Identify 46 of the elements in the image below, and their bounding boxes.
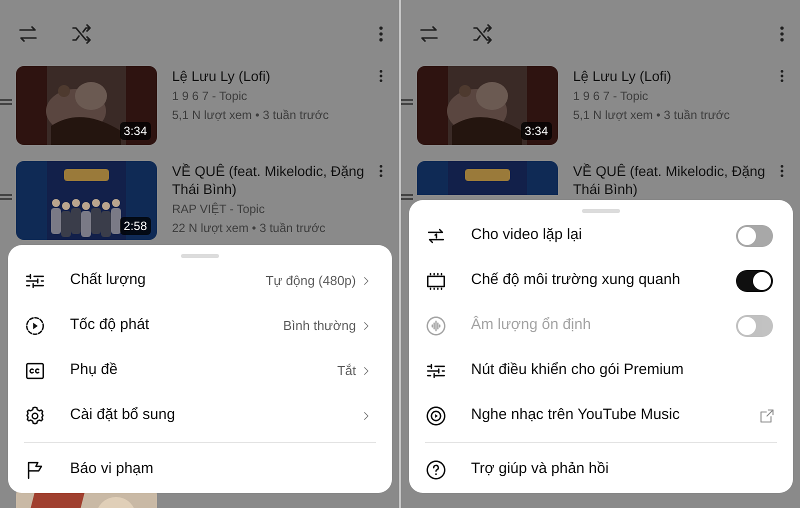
drag-handle[interactable] xyxy=(181,254,219,258)
menu-item[interactable]: Chất lượng Tự động (480p) xyxy=(8,258,392,303)
play-circle-icon[interactable] xyxy=(24,314,46,336)
menu-label: Nút điều khiển cho gói Premium xyxy=(471,360,685,380)
menu-label: Tốc độ phát xyxy=(70,315,150,336)
setting-value: Tắt xyxy=(337,362,356,380)
menu-label: Phụ đề xyxy=(70,360,119,380)
video-title[interactable]: Lệ Lưu Ly (Lofi) xyxy=(172,67,373,85)
menu-label: Chất lượng xyxy=(70,270,147,290)
menu-label: Báo vi phạm xyxy=(70,459,154,480)
menu-item[interactable]: Chế độ môi trường xung quanh xyxy=(409,258,793,303)
menu-item[interactable]: Báo vi phạm xyxy=(8,447,392,492)
menu-label: Nghe nhạc trên YouTube Music xyxy=(471,405,681,426)
video-title[interactable]: VỀ QUÊ (feat. Mikelodic, Đặng Thái Bình) xyxy=(573,162,774,198)
menu-item[interactable]: Trợ giúp và phản hồi xyxy=(409,447,793,492)
channel-name: RAP VIỆT - Topic xyxy=(172,201,266,218)
setting-value: Bình thường xyxy=(283,316,356,335)
menu-label: Cho video lặp lại xyxy=(471,225,583,246)
channel-name: 1 9 6 7 - Topic xyxy=(172,88,248,105)
duration-badge: 3:34 xyxy=(120,122,151,140)
channel-name: 1 9 6 7 - Topic xyxy=(573,88,650,105)
toggle-switch[interactable] xyxy=(736,224,773,246)
help-icon[interactable] xyxy=(425,458,447,480)
menu-item[interactable]: Nút điều khiển cho gói Premium xyxy=(409,348,793,393)
menu-label: Âm lượng ổn định xyxy=(471,314,592,336)
menu-item[interactable]: Nghe nhạc trên YouTube Music xyxy=(409,393,793,438)
video-meta: 22 N lượt xem • 3 tuần trước xyxy=(172,220,326,237)
menu-label: Trợ giúp và phản hồi xyxy=(471,459,610,480)
settings-icon[interactable] xyxy=(24,404,46,426)
menu-item[interactable]: Cho video lặp lại xyxy=(409,213,793,258)
duration-badge: 2:58 xyxy=(120,217,151,235)
video-meta: 5,1 N lượt xem • 3 tuần trước xyxy=(172,107,330,124)
video-title[interactable]: Lệ Lưu Ly (Lofi) xyxy=(573,67,774,85)
drag-handle[interactable] xyxy=(582,209,620,213)
video-meta: 5,1 N lượt xem • 3 tuần trước xyxy=(573,107,731,124)
external-link-icon[interactable] xyxy=(759,408,775,424)
menu-item[interactable]: Phụ đề Tắt xyxy=(8,348,392,393)
play-circle-icon[interactable] xyxy=(425,404,447,426)
menu-label: Cài đặt bổ sung xyxy=(70,405,176,426)
video-title[interactable]: VỀ QUÊ (feat. Mikelodic, Đặng Thái Bình) xyxy=(172,162,373,198)
setting-value: Tự động (480p) xyxy=(266,272,356,290)
duration-badge: 3:34 xyxy=(520,122,552,140)
menu-item[interactable]: Tốc độ phát Bình thường xyxy=(8,303,392,348)
toggle-switch[interactable] xyxy=(736,270,773,292)
menu-label: Chế độ môi trường xung quanh xyxy=(471,270,682,290)
menu-item[interactable]: Cài đặt bổ sung xyxy=(8,393,392,438)
